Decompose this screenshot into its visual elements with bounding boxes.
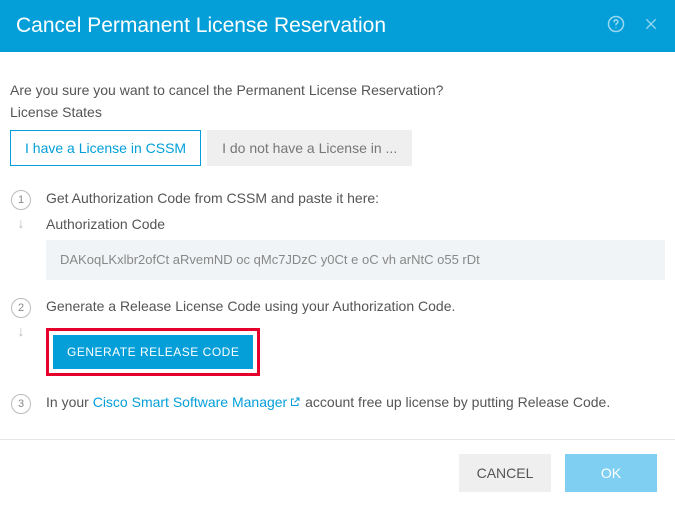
step-number: 2 [11,298,31,318]
dialog-body: Are you sure you want to cancel the Perm… [0,52,675,439]
dialog-header: Cancel Permanent License Reservation [0,0,675,52]
dialog-footer: CANCEL OK [0,439,675,506]
step-marker: 3 [10,394,32,414]
step-marker: 1 ↓ [10,190,32,230]
license-state-tabs: I have a License in CSSM I do not have a… [10,130,665,166]
dialog-title: Cancel Permanent License Reservation [16,14,607,38]
auth-code-input[interactable]: DAKoqLKxlbr2ofCt aRvemND oc qMc7JDzC y0C… [46,240,665,280]
step-content: In your Cisco Smart Software Manager acc… [46,394,665,411]
step-1-text: Get Authorization Code from CSSM and pas… [46,190,665,206]
step-marker: 2 ↓ [10,298,32,338]
step-2-text: Generate a Release License Code using yo… [46,298,665,314]
tab-have-license[interactable]: I have a License in CSSM [10,130,201,166]
generate-release-code-button[interactable]: GENERATE RELEASE CODE [53,335,253,369]
down-arrow-icon: ↓ [18,324,25,338]
ok-button[interactable]: OK [565,454,657,492]
help-icon[interactable] [607,15,625,38]
step-number: 1 [11,190,31,210]
close-icon[interactable] [643,16,659,37]
tab-no-license[interactable]: I do not have a License in ... [207,130,412,166]
confirm-question: Are you sure you want to cancel the Perm… [10,82,665,98]
external-link-icon [289,395,301,411]
license-states-label: License States [10,104,665,120]
step-content: Get Authorization Code from CSSM and pas… [46,190,665,280]
down-arrow-icon: ↓ [18,216,25,230]
step-number: 3 [11,394,31,414]
step-3: 3 In your Cisco Smart Software Manager a… [10,394,665,414]
highlight-box: GENERATE RELEASE CODE [46,328,260,376]
step-1: 1 ↓ Get Authorization Code from CSSM and… [10,190,665,280]
cancel-license-dialog: Cancel Permanent License Reservation Are… [0,0,675,506]
auth-code-label: Authorization Code [46,216,665,232]
steps-container: 1 ↓ Get Authorization Code from CSSM and… [10,190,665,414]
step-3-pre: In your [46,394,93,410]
header-controls [607,15,659,38]
cancel-button[interactable]: CANCEL [459,454,551,492]
cssm-link[interactable]: Cisco Smart Software Manager [93,394,302,410]
step-3-post: account free up license by putting Relea… [305,394,610,410]
step-content: Generate a Release License Code using yo… [46,298,665,376]
step-2: 2 ↓ Generate a Release License Code usin… [10,298,665,376]
